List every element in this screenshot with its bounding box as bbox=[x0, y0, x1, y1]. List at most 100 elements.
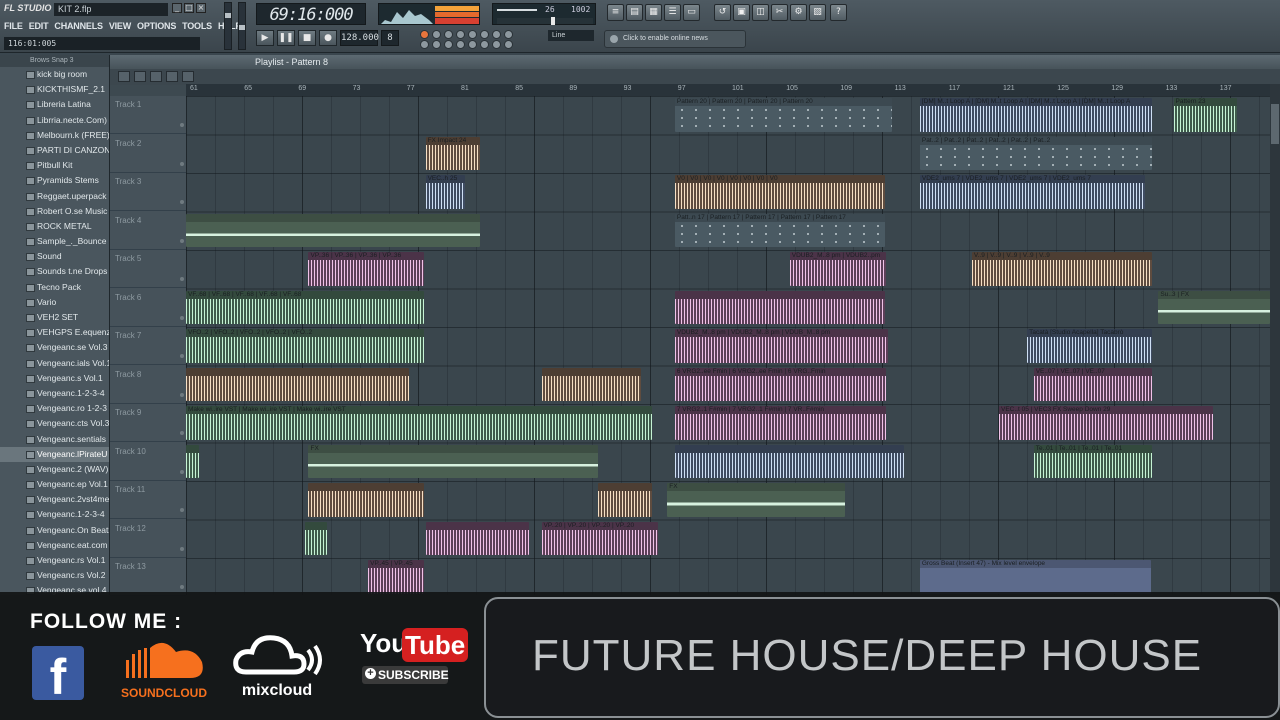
master-volume-slider[interactable] bbox=[224, 2, 232, 50]
browser-item[interactable]: Melbourn.k (FREE) bbox=[0, 128, 109, 143]
soundcloud-logo[interactable]: SOUNDCLOUD bbox=[114, 636, 214, 700]
browser-item[interactable]: Vengeanc.s Vol.1 bbox=[0, 371, 109, 386]
track-label[interactable]: Track 1 bbox=[110, 96, 186, 134]
playlist-clip[interactable]: Pattern 20 | Pattern 20 | Pattern 20 | P… bbox=[674, 98, 892, 132]
playlist-clip[interactable]: V0 | V0 | V0 | V0 | V0 | V0 | V0 | V0 bbox=[674, 175, 886, 209]
project-info-icon[interactable]: ▧ bbox=[809, 4, 826, 21]
track-led-icon[interactable] bbox=[180, 392, 184, 397]
menu-view[interactable]: VIEW bbox=[109, 19, 131, 33]
playlist-clip[interactable]: VEC..t 05 | VEC3 FX Sweep Down 29 bbox=[999, 406, 1213, 440]
browser-item[interactable]: ROCK METAL bbox=[0, 219, 109, 234]
master-pitch-slider[interactable] bbox=[238, 2, 246, 50]
vertical-scrollbar[interactable] bbox=[1270, 84, 1280, 595]
browser-item[interactable]: PARTI DI CANZONI bbox=[0, 143, 109, 158]
channel-rack-icon[interactable]: ▦ bbox=[645, 4, 662, 21]
playlist-grid[interactable]: Pattern 20 | Pattern 20 | Pattern 20 | P… bbox=[186, 96, 1270, 595]
playlist-clip[interactable]: VP..45 | VP..45 bbox=[368, 560, 425, 594]
browser-item[interactable]: Pyramids Stems bbox=[0, 173, 109, 188]
playlist-clip[interactable]: VP..36 | VP..36 | VP..36 | VP..36 bbox=[308, 252, 425, 286]
playlist-clip[interactable] bbox=[674, 290, 886, 324]
help-icon[interactable]: ? bbox=[830, 4, 847, 21]
blend-icon[interactable] bbox=[492, 30, 501, 39]
mixer-icon[interactable]: ☰ bbox=[664, 4, 681, 21]
paint-tool-icon[interactable] bbox=[134, 71, 146, 82]
track-label[interactable]: Track 9 bbox=[110, 404, 186, 442]
pause-icon[interactable]: ❚❚ bbox=[277, 30, 295, 46]
playlist-clip[interactable]: VDUB2_M..8 pm | VDUB2_M..8 pm | VDUB_M..… bbox=[674, 329, 889, 363]
browser-item[interactable]: Vengeanc.2vst4me bbox=[0, 492, 109, 507]
track-led-icon[interactable] bbox=[180, 123, 184, 127]
playlist-clip[interactable]: Gross Beat (Insert 47) - Mix level envel… bbox=[919, 560, 1151, 594]
track-label[interactable]: Track 11 bbox=[110, 481, 186, 519]
snap-selector[interactable]: Line bbox=[548, 30, 594, 41]
track-led-icon[interactable] bbox=[180, 315, 184, 320]
browser-item[interactable]: VEH2 SET bbox=[0, 310, 109, 325]
track-label[interactable]: Track 2 bbox=[110, 135, 186, 173]
tempo-display[interactable]: 128.000 bbox=[340, 30, 379, 46]
pattern-number[interactable]: 8 bbox=[381, 30, 399, 46]
playlist-clip[interactable] bbox=[425, 521, 529, 555]
browser-item[interactable]: Vengeanc.ro 1-2-3 bbox=[0, 401, 109, 416]
track-label[interactable]: Track 6 bbox=[110, 289, 186, 327]
track-led-icon[interactable] bbox=[180, 469, 184, 474]
browser-item[interactable]: Libreria Latina bbox=[0, 97, 109, 112]
browser-item[interactable]: Librria.necte.Com) bbox=[0, 113, 109, 128]
settings-icon[interactable]: ⚙ bbox=[790, 4, 807, 21]
track-led-icon[interactable] bbox=[180, 508, 184, 512]
typing-keyboard-icon[interactable] bbox=[504, 30, 513, 39]
step-edit-icon[interactable] bbox=[480, 30, 489, 39]
tools-icon[interactable]: ✂ bbox=[771, 4, 788, 21]
browser-item[interactable]: Vengeanc.lPirateU bbox=[0, 446, 109, 462]
browser-item[interactable]: Tecno Pack bbox=[0, 280, 109, 295]
browser-item[interactable]: Vengeanc.2 (WAV) bbox=[0, 462, 109, 477]
maximize-icon[interactable]: □ bbox=[184, 3, 194, 13]
menu-options[interactable]: OPTIONS bbox=[137, 19, 176, 33]
playlist-clip[interactable]: Su..3 | FX bbox=[1158, 290, 1270, 324]
browser-item[interactable]: Vengeanc.1-2-3-4 bbox=[0, 386, 109, 401]
online-news-button[interactable]: Click to enable online news bbox=[604, 30, 746, 48]
playlist-clip[interactable]: Tacatà [Studio Acapella] Tacabrò bbox=[1027, 329, 1152, 363]
snap-icon[interactable] bbox=[456, 40, 465, 49]
render-icon[interactable]: ◫ bbox=[752, 4, 769, 21]
close-icon[interactable]: × bbox=[196, 3, 206, 13]
browser-icon[interactable]: ▭ bbox=[683, 4, 700, 21]
track-label[interactable]: Track 13 bbox=[110, 558, 186, 596]
browser-item[interactable]: KICKTHISMF_2.1 bbox=[0, 82, 109, 97]
menu-tools[interactable]: TOOLS bbox=[182, 19, 212, 33]
playlist-clip[interactable]: 7 VRG2..1 F#min | 7 VRG2..1 F#min | 7 VR… bbox=[674, 406, 887, 440]
playlist-clip[interactable]: Pattern 23 bbox=[1173, 98, 1238, 132]
punch-icon[interactable] bbox=[504, 40, 513, 49]
playlist-clip[interactable] bbox=[305, 521, 327, 555]
browser-item[interactable]: kick big room bbox=[0, 67, 109, 82]
playlist-clip[interactable]: VF..68 | VF..68 | VF..68 | VF..68 | VF..… bbox=[186, 290, 425, 324]
youtube-logo[interactable]: You Tube SUBSCRIBE bbox=[356, 626, 469, 688]
browser-item[interactable]: Vengeanc.On Beatz bbox=[0, 523, 109, 538]
track-led-icon[interactable] bbox=[180, 431, 184, 435]
playlist-clip[interactable]: V..9 | V..9 | V..9 | V..9 | V..9 bbox=[971, 252, 1152, 286]
minimize-icon[interactable]: _ bbox=[172, 3, 182, 13]
playlist-clip[interactable]: 6 VRG2..ee Fmin | 6 VRG2..ee Fmin | 6 VR… bbox=[674, 367, 887, 401]
browser-item[interactable]: Vengeanc.ials Vol.1 bbox=[0, 356, 109, 371]
browser-item[interactable]: Vengeanc.cts Vol.3 bbox=[0, 416, 109, 431]
slice-tool-icon[interactable] bbox=[166, 71, 178, 82]
record-icon[interactable]: ● bbox=[319, 30, 337, 46]
track-led-icon[interactable] bbox=[180, 277, 184, 281]
playlist-clip[interactable]: VFO..2 | VFO..2 | VFO..2 | VFO..2 | VFO.… bbox=[186, 329, 425, 363]
auto-scroll-icon[interactable] bbox=[492, 40, 501, 49]
playlist-clip[interactable]: FX Impact 24 bbox=[425, 136, 480, 170]
track-label[interactable]: Track 5 bbox=[110, 250, 186, 288]
browser-item[interactable]: Vengeanc.se Vol.3 bbox=[0, 340, 109, 355]
playlist-clip[interactable] bbox=[186, 444, 199, 478]
menu-channels[interactable]: CHANNELS bbox=[54, 19, 103, 33]
menu-edit[interactable]: EDIT bbox=[29, 19, 49, 33]
browser-item[interactable]: Sound bbox=[0, 249, 109, 264]
browser-item[interactable]: Vengeanc.ep Vol.1 bbox=[0, 477, 109, 492]
draw-tool-icon[interactable] bbox=[118, 71, 130, 82]
menu-file[interactable]: FILE bbox=[4, 19, 23, 33]
countdown-icon[interactable] bbox=[468, 30, 477, 39]
playlist-clip[interactable] bbox=[186, 367, 410, 401]
browser-item[interactable]: Robert O.se Music bbox=[0, 204, 109, 219]
playlist-clip[interactable]: Make wi..ire VST | Make wi..ire VST | Ma… bbox=[186, 406, 653, 440]
piano-roll-icon[interactable]: ▤ bbox=[626, 4, 643, 21]
select-tool-icon[interactable] bbox=[182, 71, 194, 82]
